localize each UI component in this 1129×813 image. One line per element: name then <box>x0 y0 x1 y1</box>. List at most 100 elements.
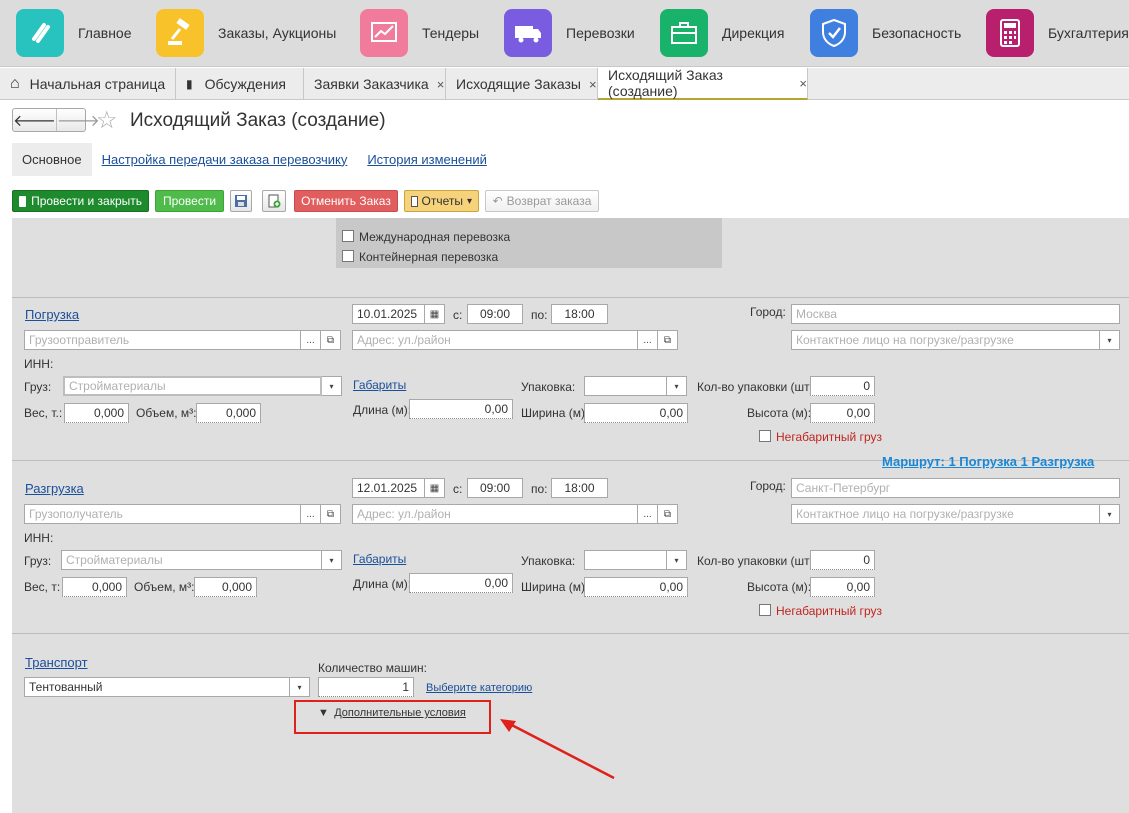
loading-link[interactable]: Погрузка <box>25 307 79 322</box>
loading-cargo-select[interactable]: Стройматериалы <box>63 376 322 396</box>
chevron-down-icon[interactable]: ▾ <box>322 550 342 570</box>
copy-document-button[interactable] <box>262 190 286 212</box>
back-button[interactable]: 🡐 <box>13 109 56 131</box>
loading-oversize-checkbox[interactable] <box>759 430 771 442</box>
dimensions-link[interactable]: Габариты <box>353 552 406 566</box>
open-icon[interactable]: ⧉ <box>321 330 341 350</box>
transport-link[interactable]: Транспорт <box>25 655 88 670</box>
unloading-pack-count-input[interactable]: 0 <box>810 550 875 570</box>
unloading-from-time-input[interactable]: 09:00 <box>467 478 523 498</box>
loading-date-input[interactable]: 10.01.2025 <box>352 304 425 324</box>
packing-label: Упаковка: <box>521 380 576 394</box>
loading-width-input[interactable]: 0,00 <box>584 403 688 423</box>
home-icon: ⌂ <box>10 75 20 92</box>
favorite-star-icon[interactable]: ☆ <box>96 106 118 135</box>
save-button[interactable] <box>230 190 252 212</box>
unloading-volume-input[interactable]: 0,000 <box>194 577 257 597</box>
section-main[interactable]: Главное <box>16 8 132 58</box>
loading-weight-input[interactable]: 0,000 <box>64 403 129 423</box>
tab-home[interactable]: ⌂ Начальная страница <box>0 68 176 100</box>
loading-contact-input[interactable]: Контактное лицо на погрузке/разгрузке <box>791 330 1100 350</box>
open-icon[interactable]: ⧉ <box>658 330 678 350</box>
oversize-label: Негабаритный груз <box>776 604 882 618</box>
chevron-down-icon[interactable]: ▾ <box>667 376 687 396</box>
unloading-length-input[interactable]: 0,00 <box>409 573 513 593</box>
open-icon[interactable]: ⧉ <box>321 504 341 524</box>
volume-label: Объем, м³: <box>136 406 197 420</box>
route-link[interactable]: Маршрут: 1 Погрузка 1 Разгрузка <box>882 454 1094 469</box>
section-orders[interactable]: Заказы, Аукционы <box>156 8 336 58</box>
unloading-weight-input[interactable]: 0,000 <box>62 577 127 597</box>
cancel-order-button[interactable]: Отменить Заказ <box>294 190 398 212</box>
unloading-date-input[interactable]: 12.01.2025 <box>352 478 425 498</box>
unloading-address-input[interactable]: Адрес: ул./район <box>352 504 638 524</box>
divider <box>12 633 1129 634</box>
unloading-contact-input[interactable]: Контактное лицо на погрузке/разгрузке <box>791 504 1100 524</box>
international-checkbox[interactable] <box>342 230 354 242</box>
ellipsis-button[interactable]: ... <box>301 504 321 524</box>
return-order-button[interactable]: ↶ Возврат заказа <box>485 190 599 212</box>
loading-height-input[interactable]: 0,00 <box>810 403 875 423</box>
loading-pack-count-input[interactable]: 0 <box>810 376 875 396</box>
unloading-height-input[interactable]: 0,00 <box>810 577 875 597</box>
transport-type-select[interactable]: Тентованный <box>24 677 290 697</box>
close-icon[interactable]: × <box>799 76 807 91</box>
unloading-oversize-checkbox[interactable] <box>759 604 771 616</box>
loading-to-time-input[interactable]: 18:00 <box>551 304 608 324</box>
loading-city-input[interactable]: Москва <box>791 304 1120 324</box>
oversize-label: Негабаритный груз <box>776 430 882 444</box>
calendar-icon[interactable]: ▦ <box>425 478 445 498</box>
chevron-down-icon[interactable]: ▾ <box>667 550 687 570</box>
section-security[interactable]: Безопасность <box>810 8 961 58</box>
unloading-packing-select[interactable] <box>584 550 667 570</box>
subtab-carrier-settings[interactable]: Настройка передачи заказа перевозчику <box>102 152 348 167</box>
calendar-icon[interactable]: ▦ <box>425 304 445 324</box>
tab-discussions[interactable]: ▮ Обсуждения <box>176 68 304 100</box>
unloading-cargo-select[interactable]: Стройматериалы <box>61 550 322 570</box>
post-button[interactable]: Провести <box>155 190 224 212</box>
unloading-link[interactable]: Разгрузка <box>25 481 84 496</box>
section-transport[interactable]: Перевозки <box>504 8 635 58</box>
tab-customer-requests[interactable]: Заявки Заказчика × <box>304 68 446 100</box>
loading-address-input[interactable]: Адрес: ул./район <box>352 330 638 350</box>
unloading-width-input[interactable]: 0,00 <box>584 577 688 597</box>
chevron-down-icon[interactable]: ▾ <box>322 376 342 396</box>
close-icon[interactable]: × <box>589 77 597 92</box>
section-tenders[interactable]: Тендеры <box>360 8 479 58</box>
consignee-input[interactable]: Грузополучатель <box>24 504 301 524</box>
cargo-label: Груз: <box>24 554 52 568</box>
car-count-input[interactable]: 1 <box>318 677 414 697</box>
annotation-arrow-icon <box>500 719 615 780</box>
ellipsis-button[interactable]: ... <box>638 504 658 524</box>
tab-outgoing-order-create[interactable]: Исходящий Заказ (создание) × <box>598 67 808 100</box>
container-checkbox[interactable] <box>342 250 354 262</box>
section-label: Тендеры <box>422 25 480 41</box>
inn-label: ИНН: <box>24 531 54 545</box>
tab-outgoing-orders[interactable]: Исходящие Заказы × <box>446 68 598 100</box>
subtab-main[interactable]: Основное <box>12 142 92 176</box>
loading-packing-select[interactable] <box>584 376 667 396</box>
section-accounting[interactable]: Бухгалтерия <box>986 8 1129 58</box>
section-label: Дирекция <box>722 25 785 41</box>
post-and-close-button[interactable]: Провести и закрыть <box>12 190 149 212</box>
from-label: с: <box>453 482 463 496</box>
close-icon[interactable]: × <box>437 77 445 92</box>
section-directorate[interactable]: Дирекция <box>660 8 784 58</box>
reports-dropdown-button[interactable]: Отчеты ▾ <box>404 190 479 212</box>
open-icon[interactable]: ⧉ <box>658 504 678 524</box>
loading-from-time-input[interactable]: 09:00 <box>467 304 523 324</box>
unloading-to-time-input[interactable]: 18:00 <box>551 478 608 498</box>
ellipsis-button[interactable]: ... <box>638 330 658 350</box>
chevron-down-icon[interactable]: ▾ <box>1100 504 1120 524</box>
dimensions-link[interactable]: Габариты <box>353 378 406 392</box>
loading-length-input[interactable]: 0,00 <box>409 399 513 419</box>
ellipsis-button[interactable]: ... <box>301 330 321 350</box>
shipper-input[interactable]: Грузоотправитель <box>24 330 301 350</box>
loading-volume-input[interactable]: 0,000 <box>196 403 261 423</box>
chevron-down-icon[interactable]: ▾ <box>290 677 310 697</box>
choose-category-link[interactable]: Выберите категорию <box>426 682 532 694</box>
subtab-history[interactable]: История изменений <box>367 152 487 167</box>
chevron-down-icon[interactable]: ▾ <box>1100 330 1120 350</box>
forward-button[interactable]: 🡒 <box>55 109 100 131</box>
unloading-city-input[interactable]: Санкт-Петербург <box>791 478 1120 498</box>
